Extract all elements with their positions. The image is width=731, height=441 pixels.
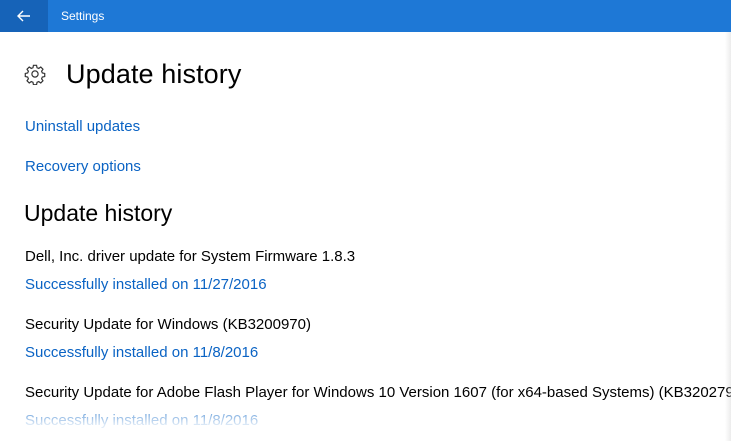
back-arrow-icon [17,10,30,22]
update-status-link[interactable]: Successfully installed on 11/8/2016 [25,343,731,363]
window-title: Settings [61,9,105,23]
title-bar: Settings [0,0,731,32]
page-title: Update history [66,58,242,89]
update-name: Security Update for Windows (KB3200970) [25,316,311,333]
window-edge [725,32,731,441]
update-item: Security Update for Adobe Flash Player f… [25,383,731,431]
recovery-options-link[interactable]: Recovery options [25,158,141,175]
update-status-link[interactable]: Successfully installed on 11/27/2016 [25,275,731,295]
update-status-link[interactable]: Successfully installed on 11/8/2016 [25,411,731,431]
gear-icon [24,64,46,85]
update-item: Security Update for Windows (KB3200970) … [25,315,731,363]
update-name: Dell, Inc. driver update for System Firm… [25,248,356,265]
update-name: Security Update for Adobe Flash Player f… [25,384,731,401]
uninstall-updates-link[interactable]: Uninstall updates [25,118,140,135]
update-item: Dell, Inc. driver update for System Firm… [25,247,731,295]
section-title: Update history [24,200,173,226]
back-button[interactable] [0,0,48,32]
page-header: Update history [24,54,242,94]
